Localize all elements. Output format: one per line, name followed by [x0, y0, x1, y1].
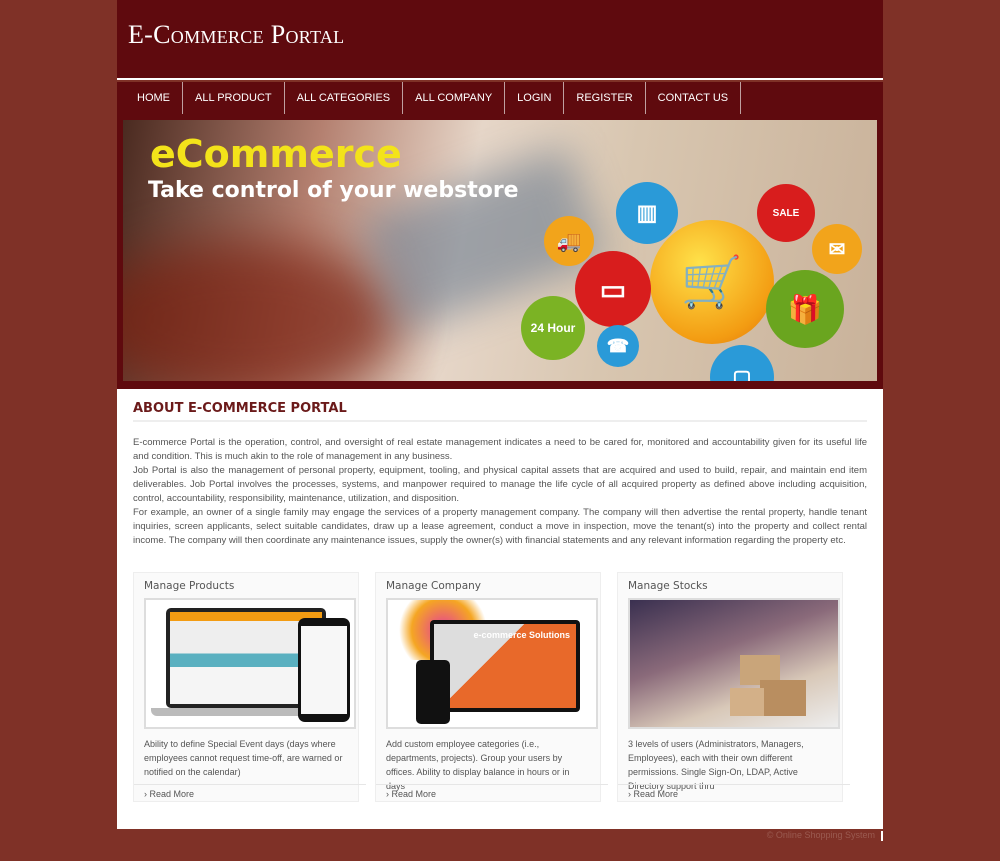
cart-icon: 🛒: [650, 220, 774, 344]
card-title: Manage Company: [386, 580, 481, 592]
about-paragraph: E-commerce Portal is the operation, cont…: [133, 437, 867, 462]
main-content: ABOUT E-COMMERCE PORTAL E-commerce Porta…: [117, 389, 883, 829]
read-more-link[interactable]: › Read More: [134, 784, 366, 803]
feature-cards: Manage Products Ability to define Specia…: [133, 572, 867, 802]
nav-contact-us[interactable]: CONTACT US: [646, 82, 742, 114]
banner-frame: eCommerce Take control of your webstore …: [117, 114, 883, 389]
phone-icon: ☎: [597, 325, 639, 367]
about-section: ABOUT E-COMMERCE PORTAL E-commerce Porta…: [133, 401, 867, 548]
footer-divider: [881, 830, 883, 841]
card-manage-stocks: Manage Stocks 3 levels of users (Adminis…: [617, 572, 850, 802]
card-manage-products: Manage Products Ability to define Specia…: [133, 572, 366, 802]
truck-icon: 🚚: [544, 216, 594, 266]
card-title: Manage Stocks: [628, 580, 708, 592]
gift-icon: 🎁: [766, 270, 844, 348]
card-text: Ability to define Special Event days (da…: [144, 739, 343, 777]
about-heading: ABOUT E-COMMERCE PORTAL: [133, 401, 867, 422]
24-hour-icon: 24 Hour: [521, 296, 585, 360]
main-nav: HOME ALL PRODUCT ALL CATEGORIES ALL COMP…: [117, 82, 883, 114]
cards-icon: ▭: [575, 251, 651, 327]
page-container: E-Commerce Portal HOME ALL PRODUCT ALL C…: [117, 0, 883, 829]
nav-home[interactable]: HOME: [125, 82, 183, 114]
footer: © Online Shopping System: [0, 830, 883, 841]
card-title: Manage Products: [144, 580, 235, 592]
card-image-laptop-boxes: [628, 598, 840, 729]
mail-icon: ✉: [812, 224, 862, 274]
site-title: E-Commerce Portal: [128, 20, 345, 49]
card-image-devices: [144, 598, 356, 729]
sale-tag-icon: SALE: [757, 184, 815, 242]
copyright: © Online Shopping System: [766, 830, 875, 840]
read-more-label[interactable]: Read More: [392, 789, 437, 799]
read-more-link[interactable]: › Read More: [376, 784, 608, 803]
read-more-label[interactable]: Read More: [634, 789, 679, 799]
barcode-icon: ▥: [616, 182, 678, 244]
nav-all-product[interactable]: ALL PRODUCT: [183, 82, 285, 114]
banner-tagline: Take control of your webstore: [148, 178, 519, 203]
chat-icon: ▢: [710, 345, 774, 381]
card-text: Add custom employee categories (i.e., de…: [386, 739, 570, 791]
card-text: 3 levels of users (Administrators, Manag…: [628, 739, 804, 791]
nav-all-company[interactable]: ALL COMPANY: [403, 82, 506, 114]
read-more-label[interactable]: Read More: [150, 789, 195, 799]
nav-login[interactable]: LOGIN: [505, 82, 565, 114]
hero-banner: eCommerce Take control of your webstore …: [123, 120, 877, 381]
header: E-Commerce Portal: [117, 0, 883, 78]
nav-register[interactable]: REGISTER: [564, 82, 646, 114]
card-image-solutions: e-commerce Solutions: [386, 598, 598, 729]
nav-all-categories[interactable]: ALL CATEGORIES: [285, 82, 404, 114]
about-paragraph: Job Portal is also the management of per…: [133, 465, 867, 504]
card-manage-company: Manage Company e-commerce Solutions Add …: [375, 572, 608, 802]
read-more-link[interactable]: › Read More: [618, 784, 850, 803]
header-divider: [117, 78, 883, 80]
about-paragraph: For example, an owner of a single family…: [133, 507, 867, 546]
banner-headline: eCommerce: [150, 132, 402, 176]
